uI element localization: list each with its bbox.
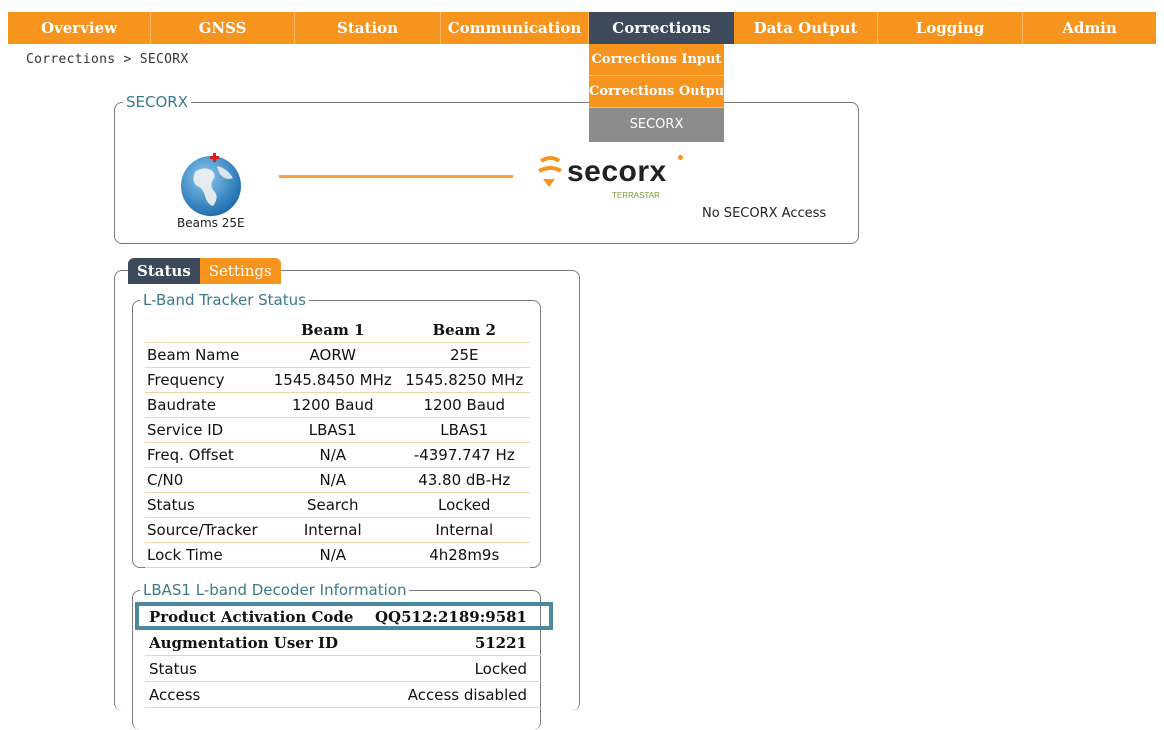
- decoder-row: Status Locked: [145, 655, 541, 682]
- tracker-row-label: Source/Tracker: [145, 517, 267, 543]
- tracker-row-label: Service ID: [145, 417, 267, 443]
- tracker-row-label: Beam Name: [145, 342, 267, 368]
- dropdown-item-corrections-input[interactable]: Corrections Input: [589, 44, 724, 76]
- link-line: [279, 175, 513, 178]
- tab-settings[interactable]: Settings: [199, 258, 281, 284]
- secorx-logo: secorx TERRASTAR: [535, 149, 695, 209]
- tracker-row: Baudrate 1200 Baud 1200 Baud: [145, 392, 530, 418]
- secorx-logo-icon: [538, 156, 563, 187]
- tracker-header-beam1: Beam 1: [267, 318, 399, 343]
- nav-overview[interactable]: Overview: [8, 12, 151, 44]
- tracker-row-beam2: 1545.8250 MHz: [398, 367, 530, 393]
- tracker-row-label: Baudrate: [145, 392, 267, 418]
- tracker-row: Freq. Offset N/A -4397.747 Hz: [145, 442, 530, 468]
- tracker-row-beam2: -4397.747 Hz: [398, 442, 530, 468]
- tracker-row-label: Lock Time: [145, 542, 267, 568]
- secorx-logo-dot: [678, 155, 683, 160]
- tracker-row: Lock Time N/A 4h28m9s: [145, 542, 530, 568]
- tracker-row-beam1: N/A: [267, 467, 399, 493]
- tracker-row-label: C/N0: [145, 467, 267, 493]
- breadcrumb: Corrections > SECORX: [26, 52, 189, 67]
- decoder-row-label: Product Activation Code: [145, 604, 365, 630]
- tracker-row: Beam Name AORW 25E: [145, 342, 530, 368]
- nav-data-output[interactable]: Data Output: [734, 12, 878, 44]
- tracker-row-beam2: 43.80 dB-Hz: [398, 467, 530, 493]
- tracker-row: Status Search Locked: [145, 492, 530, 518]
- tracker-row-beam1: 1545.8450 MHz: [267, 367, 399, 393]
- tracker-row-beam1: AORW: [267, 342, 399, 368]
- tracker-row-beam2: 4h28m9s: [398, 542, 530, 568]
- tracker-row-beam2: 1200 Baud: [398, 392, 530, 418]
- beam-label: Beams 25E: [177, 216, 245, 230]
- tracker-row: Source/Tracker Internal Internal: [145, 517, 530, 543]
- tracker-row-beam1: Internal: [267, 517, 399, 543]
- nav-gnss[interactable]: GNSS: [151, 12, 295, 44]
- decoder-row-label: Augmentation User ID: [145, 629, 365, 656]
- decoder-row: Augmentation User ID 51221: [145, 629, 541, 656]
- tracker-row: Service ID LBAS1 LBAS1: [145, 417, 530, 443]
- tracker-row-beam2: Internal: [398, 517, 530, 543]
- access-status: No SECORX Access: [702, 206, 827, 221]
- nav-logging[interactable]: Logging: [878, 12, 1023, 44]
- decoder-row: Product Activation Code QQ512:2189:9581: [145, 604, 541, 630]
- nav-station[interactable]: Station: [295, 12, 441, 44]
- secorx-legend: SECORX: [123, 92, 191, 112]
- corrections-dropdown-menu: Corrections Input Corrections Output SECOR…: [589, 44, 724, 142]
- nav-communication[interactable]: Communication: [441, 12, 589, 44]
- nav-corrections[interactable]: Corrections: [589, 12, 734, 44]
- tracker-row: Frequency 1545.8450 MHz 1545.8250 MHz: [145, 367, 530, 393]
- dropdown-item-corrections-output[interactable]: Corrections Output: [589, 76, 724, 108]
- tracker-row-beam1: N/A: [267, 542, 399, 568]
- top-nav: Overview GNSS Station Communication Correcti…: [8, 12, 1156, 44]
- lband-legend: L-Band Tracker Status: [140, 290, 309, 310]
- secorx-panel: SECORX Beams 25E secorx TERRASTAR No SEC…: [114, 92, 859, 244]
- tracker-row-beam1: N/A: [267, 442, 399, 468]
- decoder-row-label: Status: [145, 655, 365, 682]
- tracker-row-label: Freq. Offset: [145, 442, 267, 468]
- dropdown-item-secorx[interactable]: SECORX: [589, 108, 724, 142]
- tracker-header-row: Beam 1 Beam 2: [145, 318, 530, 343]
- tracker-table: Beam 1 Beam 2 Beam Name AORW 25E Frequency 1…: [145, 318, 530, 568]
- decoder-table: Product Activation Code QQ512:2189:9581 Au…: [145, 604, 541, 708]
- tracker-row-label: Frequency: [145, 367, 267, 393]
- tracker-row-beam2: 25E: [398, 342, 530, 368]
- terrastar-label: TERRASTAR: [612, 191, 660, 200]
- nav-admin[interactable]: Admin: [1023, 12, 1156, 44]
- tracker-row-beam1: LBAS1: [267, 417, 399, 443]
- tracker-row: C/N0 N/A 43.80 dB-Hz: [145, 467, 530, 493]
- tracker-row-beam2: Locked: [398, 492, 530, 518]
- tracker-header-beam2: Beam 2: [398, 318, 530, 343]
- tab-bar: Status Settings: [128, 258, 281, 284]
- decoder-legend: LBAS1 L-band Decoder Information: [140, 580, 410, 600]
- tracker-row-beam2: LBAS1: [398, 417, 530, 443]
- tracker-row-beam1: Search: [267, 492, 399, 518]
- tracker-row-beam1: 1200 Baud: [267, 392, 399, 418]
- decoder-row-value: QQ512:2189:9581: [364, 604, 541, 630]
- secorx-logo-text: secorx: [567, 155, 667, 188]
- decoder-row-value: Locked: [364, 655, 541, 682]
- tab-status[interactable]: Status: [128, 258, 200, 284]
- tracker-row-label: Status: [145, 492, 267, 518]
- tracker-header-empty: [145, 318, 267, 343]
- decoder-row-value: 51221: [364, 629, 541, 656]
- globe-icon: [181, 153, 241, 216]
